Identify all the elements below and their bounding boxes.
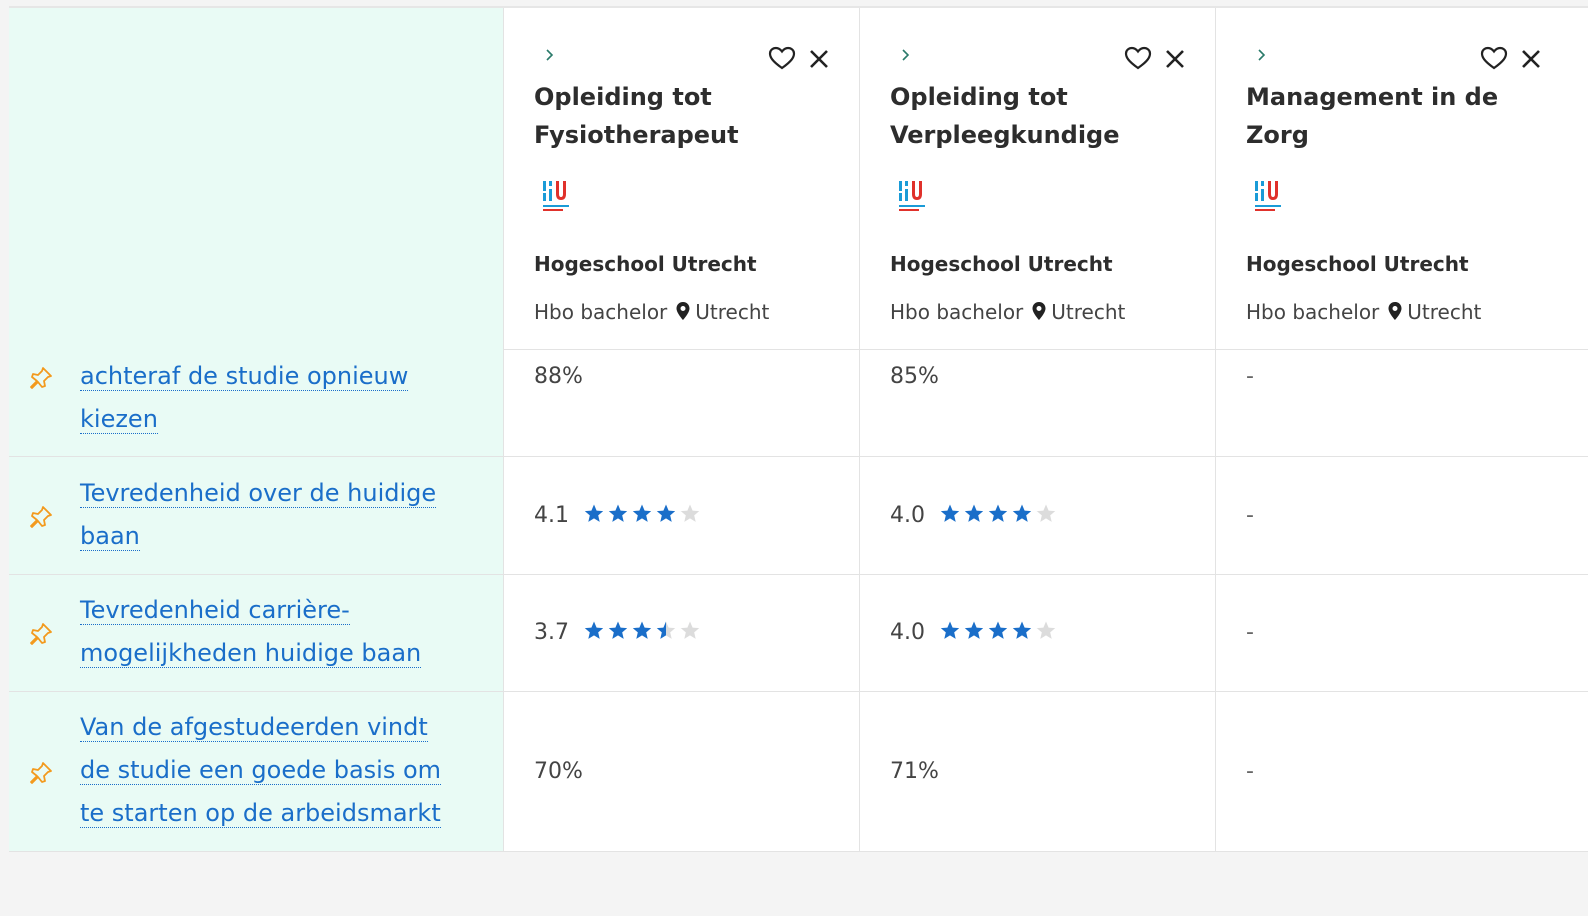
hogeschool-utrecht-logo <box>1255 181 1281 211</box>
star-icon <box>680 621 700 639</box>
star-icon <box>632 504 652 522</box>
program-level: Hbo bachelor <box>890 300 1024 324</box>
location-pin-icon <box>1032 302 1046 320</box>
star-icon <box>632 621 652 639</box>
criterion-label[interactable]: Tevredenheid carrière- mogelijkheden hui… <box>80 589 480 675</box>
criterion-label[interactable]: achteraf de studie opnieuw kiezen <box>80 355 480 441</box>
star-icon <box>608 504 628 522</box>
pin-icon[interactable] <box>29 366 53 390</box>
star-rating <box>939 503 1059 530</box>
rating-value: 4.0 <box>890 503 925 528</box>
school-name: Hogeschool Utrecht <box>534 252 757 276</box>
star-rating <box>583 503 703 530</box>
value-cell: 88% <box>534 364 583 389</box>
star-icon <box>1012 621 1032 639</box>
heart-icon[interactable] <box>1124 46 1152 70</box>
close-icon[interactable] <box>1520 48 1542 70</box>
row-divider <box>9 456 1588 457</box>
program-card: Management in de Zorg Hogeschool Utrecht… <box>1215 8 1571 350</box>
value-cell: - <box>1246 759 1254 784</box>
criterion-label[interactable]: Van de afgestudeerden vindt de studie ee… <box>80 706 480 835</box>
comparison-table: Opleiding tot Fysiotherapeut Hogeschool … <box>9 8 1588 852</box>
star-icon <box>988 621 1008 639</box>
star-icon <box>940 504 960 522</box>
row-divider <box>9 691 1588 692</box>
school-name: Hogeschool Utrecht <box>890 252 1113 276</box>
star-icon <box>988 504 1008 522</box>
star-icon <box>584 504 604 522</box>
location-pin-icon <box>676 302 690 320</box>
program-title[interactable]: Management in de Zorg <box>1246 78 1546 154</box>
program-meta: Hbo bachelor Utrecht <box>890 300 1125 324</box>
chevron-right-icon[interactable] <box>897 44 915 66</box>
hogeschool-utrecht-logo <box>543 181 569 211</box>
pin-icon[interactable] <box>29 505 53 529</box>
star-icon <box>608 621 628 639</box>
school-name: Hogeschool Utrecht <box>1246 252 1469 276</box>
pin-icon[interactable] <box>29 761 53 785</box>
star-icon <box>1012 504 1032 522</box>
close-icon[interactable] <box>1164 48 1186 70</box>
star-icon <box>1036 621 1056 639</box>
program-title[interactable]: Opleiding tot Verpleegkundige <box>890 78 1190 154</box>
rating-value: 3.7 <box>534 620 569 645</box>
rating-value: 4.0 <box>890 620 925 645</box>
row-divider <box>9 574 1588 575</box>
pin-icon[interactable] <box>29 622 53 646</box>
star-icon <box>940 621 960 639</box>
chevron-right-icon[interactable] <box>541 44 559 66</box>
program-city: Utrecht <box>1407 300 1482 324</box>
star-icon <box>680 504 700 522</box>
star-icon <box>964 504 984 522</box>
close-icon[interactable] <box>808 48 830 70</box>
rating-cell: 4.0 <box>890 503 1059 530</box>
heart-icon[interactable] <box>1480 46 1508 70</box>
program-card: Opleiding tot Fysiotherapeut Hogeschool … <box>503 8 859 350</box>
rating-cell: 3.7 <box>534 620 703 647</box>
program-city: Utrecht <box>695 300 770 324</box>
value-cell: 85% <box>890 364 939 389</box>
program-meta: Hbo bachelor Utrecht <box>1246 300 1481 324</box>
row-divider <box>9 851 1588 852</box>
star-icon <box>656 504 676 522</box>
program-meta: Hbo bachelor Utrecht <box>534 300 769 324</box>
program-title[interactable]: Opleiding tot Fysiotherapeut <box>534 78 834 154</box>
rating-cell: 4.0 <box>890 620 1059 647</box>
value-cell: 70% <box>534 759 583 784</box>
heart-icon[interactable] <box>768 46 796 70</box>
program-city: Utrecht <box>1051 300 1126 324</box>
value-cell: 71% <box>890 759 939 784</box>
star-rating <box>583 620 703 647</box>
program-level: Hbo bachelor <box>534 300 668 324</box>
star-rating <box>939 620 1059 647</box>
program-level: Hbo bachelor <box>1246 300 1380 324</box>
criterion-label[interactable]: Tevredenheid over de huidige baan <box>80 472 480 558</box>
star-icon <box>964 621 984 639</box>
hogeschool-utrecht-logo <box>899 181 925 211</box>
value-cell: - <box>1246 503 1254 528</box>
value-cell: - <box>1246 620 1254 645</box>
value-cell: - <box>1246 364 1254 389</box>
location-pin-icon <box>1388 302 1402 320</box>
rating-cell: 4.1 <box>534 503 703 530</box>
star-icon <box>656 621 676 639</box>
rating-value: 4.1 <box>534 503 569 528</box>
chevron-right-icon[interactable] <box>1253 44 1271 66</box>
star-icon <box>1036 504 1056 522</box>
star-icon <box>584 621 604 639</box>
program-card: Opleiding tot Verpleegkundige Hogeschool… <box>859 8 1215 350</box>
